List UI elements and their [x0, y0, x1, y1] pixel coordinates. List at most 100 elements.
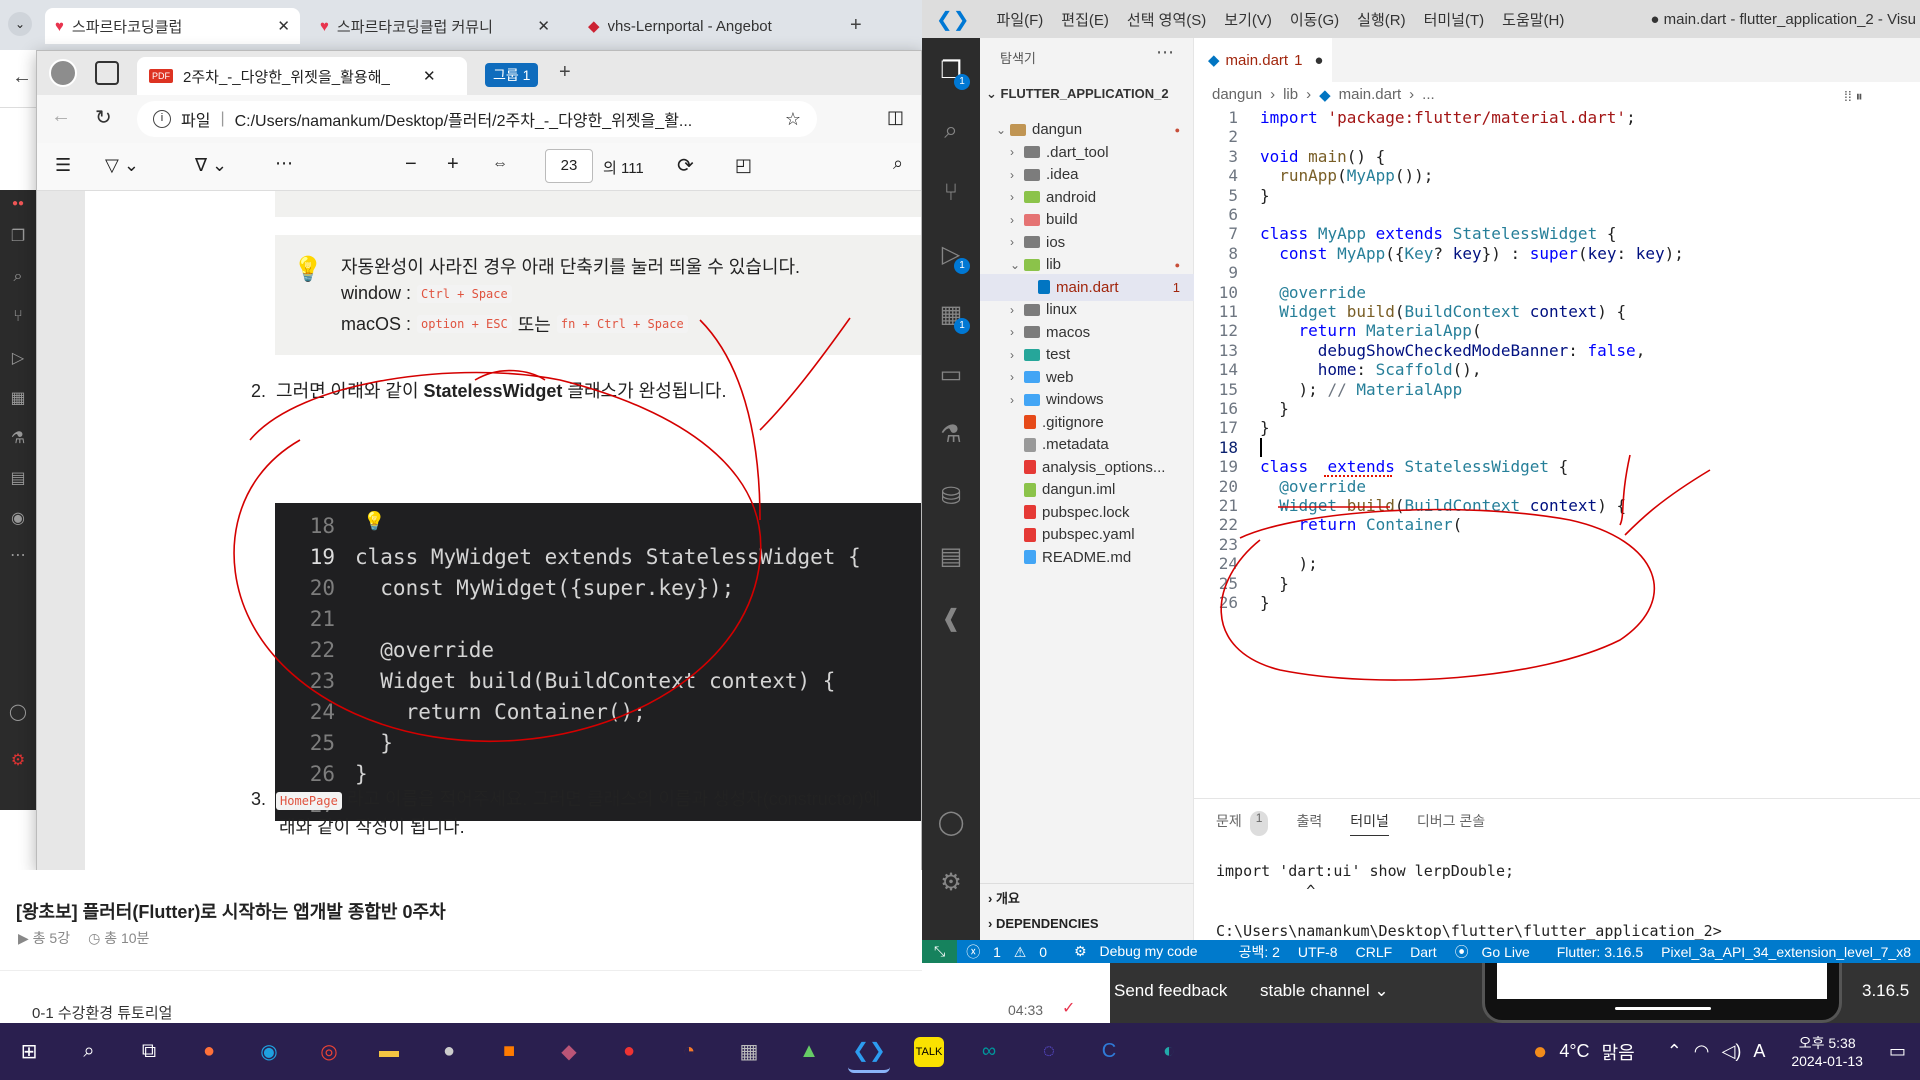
- table-of-contents-icon[interactable]: ☰: [55, 155, 71, 176]
- app-c-icon[interactable]: C: [1088, 1031, 1130, 1073]
- info-icon[interactable]: i: [153, 110, 171, 128]
- highlight-icon[interactable]: ▽ ⌄: [105, 155, 139, 176]
- chrome-icon[interactable]: ◎: [308, 1031, 350, 1073]
- chevron-up-icon[interactable]: ⌃: [1667, 1041, 1682, 1062]
- zoom-out-icon[interactable]: −: [405, 153, 417, 176]
- flutter-icon[interactable]: ❰: [936, 604, 966, 634]
- dependencies-section[interactable]: › DEPENDENCIES: [988, 916, 1099, 931]
- panel-tab[interactable]: 문제: [1216, 811, 1242, 836]
- chevron-down-icon[interactable]: ⌄: [8, 12, 32, 36]
- menu-item[interactable]: 도움말(H): [1493, 9, 1573, 30]
- weather-sun-icon[interactable]: ●: [1533, 1038, 1548, 1066]
- fit-page-icon[interactable]: ⇔: [492, 155, 508, 173]
- task-view-icon[interactable]: ⧉: [128, 1031, 170, 1073]
- unsaved-dot-icon[interactable]: ●: [1314, 52, 1323, 69]
- panel-tab[interactable]: 출력: [1296, 811, 1322, 836]
- page-number-input[interactable]: 23: [545, 149, 593, 183]
- page-view-icon[interactable]: ◰: [735, 155, 752, 176]
- app-red-icon[interactable]: ●: [608, 1031, 650, 1073]
- menu-item[interactable]: 보기(V): [1215, 9, 1281, 30]
- calculator-icon[interactable]: ▦: [728, 1031, 770, 1073]
- terminal-output[interactable]: import 'dart:ui' show lerpDouble; ^ C:\Us…: [1216, 861, 1722, 941]
- back-arrow-icon[interactable]: ←: [51, 105, 71, 128]
- arduino-icon[interactable]: ∞: [968, 1031, 1010, 1073]
- address-bar[interactable]: i 파일 | C:/Users/namankum/Desktop/플러터/2주차…: [137, 101, 817, 137]
- database-icon[interactable]: ⛁: [936, 482, 966, 512]
- back-arrow-icon[interactable]: ←: [12, 66, 32, 89]
- explorer-icon[interactable]: ❐ 1: [936, 56, 970, 90]
- editor-layout-icon[interactable]: ⁞⁞ ⏸: [1844, 88, 1863, 105]
- search-icon[interactable]: ⌕: [893, 153, 903, 174]
- app-sphere-icon[interactable]: ●: [428, 1031, 470, 1073]
- tab-actions-icon[interactable]: [95, 61, 119, 85]
- bg-tab-community[interactable]: ♥ 스파르타코딩클럽 커뮤니 ✕: [310, 8, 560, 44]
- remote-explorer-icon[interactable]: ▭: [936, 360, 966, 390]
- run-debug-icon[interactable]: ▷ 1: [936, 240, 970, 274]
- search-icon[interactable]: ⌕: [936, 116, 966, 146]
- search-icon[interactable]: ⌕: [68, 1031, 110, 1073]
- settings-gear-icon[interactable]: ⚙: [936, 868, 966, 898]
- triangle-app-icon[interactable]: ▲: [788, 1031, 830, 1073]
- menu-item[interactable]: 편집(E): [1052, 9, 1118, 30]
- menu-item[interactable]: 선택 영역(S): [1118, 9, 1215, 30]
- code-line[interactable]: 26}: [1194, 591, 1920, 615]
- send-feedback[interactable]: Send feedback: [1114, 981, 1227, 1001]
- favorite-star-icon[interactable]: ☆: [785, 109, 801, 130]
- tab-group-badge[interactable]: 그룹 1: [485, 63, 539, 87]
- new-tab-icon[interactable]: +: [850, 14, 862, 37]
- testing-icon[interactable]: ⚗: [936, 420, 966, 450]
- bg-tab-vhs[interactable]: ◆ vhs-Lernportal - Angebot: [578, 8, 818, 44]
- ime-indicator[interactable]: A: [1753, 1041, 1765, 1062]
- refresh-icon[interactable]: ↻: [95, 105, 112, 130]
- more-icon[interactable]: ⋯: [275, 153, 293, 174]
- kakaotalk-icon[interactable]: TALK: [914, 1036, 944, 1067]
- menu-item[interactable]: 터미널(T): [1415, 9, 1494, 30]
- menu-item[interactable]: 실행(R): [1348, 9, 1414, 30]
- close-icon[interactable]: ✕: [277, 17, 290, 35]
- editor-tab-main-dart[interactable]: ◆ main.dart 1 ●: [1194, 38, 1332, 82]
- panel-tab[interactable]: 터미널: [1350, 811, 1389, 836]
- bg-tab-sparta[interactable]: ♥ 스파르타코딩클럽 ✕: [45, 8, 300, 44]
- weather-text[interactable]: 맑음: [1602, 1039, 1635, 1065]
- file-explorer-icon[interactable]: ▬: [368, 1031, 410, 1073]
- android-studio-icon[interactable]: ◐: [1148, 1031, 1190, 1073]
- vscode-taskbar-icon[interactable]: ❮❯: [848, 1031, 890, 1073]
- eol-status[interactable]: CRLF: [1347, 944, 1402, 960]
- tree-item[interactable]: README.md: [980, 544, 1194, 571]
- fusion-icon[interactable]: ■: [488, 1031, 530, 1073]
- zoom-in-icon[interactable]: +: [447, 153, 459, 176]
- blender-icon[interactable]: ◔: [668, 1031, 710, 1073]
- close-icon[interactable]: ✕: [537, 17, 550, 35]
- volume-icon[interactable]: ◁): [1722, 1041, 1742, 1062]
- source-control-icon[interactable]: ⑂: [936, 178, 966, 208]
- menu-item[interactable]: 파일(F): [988, 9, 1053, 30]
- flutter-version-status[interactable]: Flutter: 3.16.5: [1548, 944, 1652, 960]
- draw-icon[interactable]: ∇ ⌄: [195, 155, 227, 176]
- golive-status[interactable]: ⦿ Go Live: [1446, 942, 1548, 962]
- lesson-item[interactable]: 0-1 수강환경 튜토리얼: [32, 1002, 172, 1023]
- new-tab-icon[interactable]: +: [559, 61, 571, 84]
- device-status[interactable]: Pixel_3a_API_34_extension_level_7_x8: [1652, 944, 1920, 960]
- firefox-icon[interactable]: ●: [188, 1031, 230, 1073]
- code-editor[interactable]: 1 import 'package:flutter/material.dart';…: [1194, 106, 1920, 746]
- channel-select[interactable]: stable channel ⌄: [1260, 981, 1389, 1001]
- menu-item[interactable]: 이동(G): [1281, 9, 1348, 30]
- remote-icon[interactable]: ⤡: [922, 940, 958, 963]
- notification-icon[interactable]: ▭: [1889, 1041, 1906, 1062]
- panel-tab[interactable]: 디버그 콘솔: [1417, 811, 1485, 836]
- debug-status[interactable]: ⚙ Debug my code: [1065, 943, 1216, 960]
- language-status[interactable]: Dart: [1401, 944, 1445, 960]
- clock[interactable]: 오후 5:38 2024-01-13: [1791, 1034, 1863, 1070]
- close-icon[interactable]: ✕: [423, 67, 436, 85]
- pdf-tab[interactable]: PDF 2주차_-_다양한_위젯을_활용해_ ✕: [137, 57, 467, 95]
- split-screen-icon[interactable]: ◫: [887, 107, 904, 128]
- docker-icon[interactable]: ▤: [936, 542, 966, 572]
- wifi-icon[interactable]: ◠: [1694, 1041, 1710, 1062]
- edge-icon[interactable]: ◉: [248, 1031, 290, 1073]
- temperature[interactable]: 4°C: [1559, 1041, 1589, 1062]
- indent-status[interactable]: 공백: 2: [1230, 942, 1289, 962]
- app-ring-icon[interactable]: ◌: [1028, 1031, 1070, 1073]
- rotate-icon[interactable]: ⟳: [677, 153, 694, 178]
- gem-app-icon[interactable]: ◆: [548, 1031, 590, 1073]
- problems-status[interactable]: ⓧ 1 ⚠ 0: [957, 942, 1065, 962]
